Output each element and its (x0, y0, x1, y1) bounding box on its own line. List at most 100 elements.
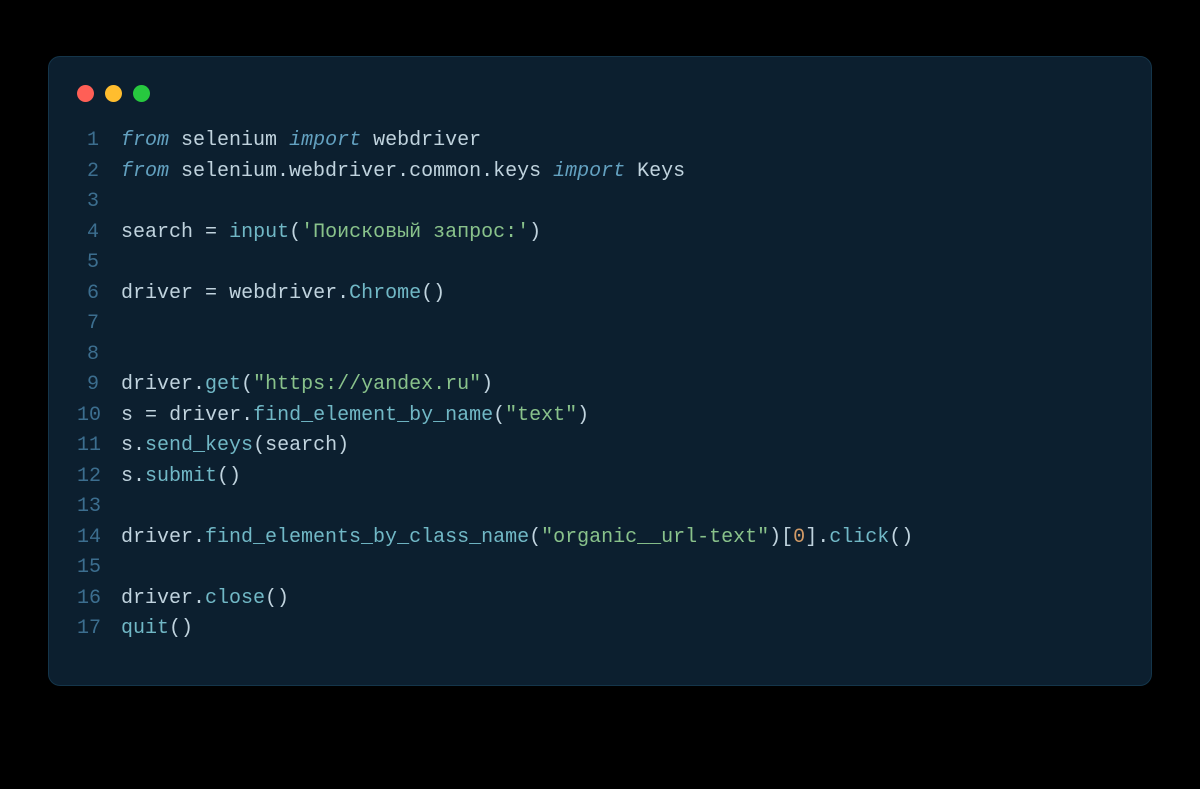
token: s (121, 434, 133, 457)
code-content[interactable]: s.send_keys(search) (121, 431, 349, 462)
code-content[interactable] (121, 553, 133, 584)
code-line[interactable]: 9driver.get("https://yandex.ru") (77, 370, 1123, 401)
token: "organic__url-text" (541, 526, 769, 549)
token: 0 (793, 526, 805, 549)
code-line[interactable]: 1from selenium import webdriver (77, 126, 1123, 157)
line-number: 9 (77, 370, 121, 401)
code-content[interactable] (121, 248, 133, 279)
token: ) (577, 404, 589, 427)
line-number: 3 (77, 187, 121, 218)
token: () (421, 282, 445, 305)
code-content[interactable]: search = input('Поисковый запрос:') (121, 218, 541, 249)
code-editor[interactable]: 1from selenium import webdriver2from sel… (77, 126, 1123, 645)
token: import (553, 160, 625, 183)
token (277, 129, 289, 152)
code-content[interactable] (121, 309, 133, 340)
code-line[interactable]: 5 (77, 248, 1123, 279)
code-line[interactable]: 11s.send_keys(search) (77, 431, 1123, 462)
token (217, 282, 229, 305)
token: ]. (805, 526, 829, 549)
line-number: 10 (77, 401, 121, 432)
token: 'Поисковый запрос:' (301, 221, 529, 244)
token: ( (253, 434, 265, 457)
code-line[interactable]: 3 (77, 187, 1123, 218)
token: ( (289, 221, 301, 244)
token: search (265, 434, 337, 457)
code-content[interactable] (121, 492, 133, 523)
code-line[interactable]: 14driver.find_elements_by_class_name("or… (77, 523, 1123, 554)
token: driver (121, 282, 193, 305)
code-line[interactable]: 10s = driver.find_element_by_name("text"… (77, 401, 1123, 432)
token: () (889, 526, 913, 549)
code-content[interactable]: driver.close() (121, 584, 289, 615)
token: webdriver (229, 282, 337, 305)
code-line[interactable]: 7 (77, 309, 1123, 340)
token: () (265, 587, 289, 610)
code-content[interactable]: driver = webdriver.Chrome() (121, 279, 445, 310)
code-line[interactable]: 17quit() (77, 614, 1123, 645)
token: ( (241, 373, 253, 396)
close-icon[interactable] (77, 85, 94, 102)
code-line[interactable]: 15 (77, 553, 1123, 584)
token: s (121, 404, 133, 427)
code-line[interactable]: 6driver = webdriver.Chrome() (77, 279, 1123, 310)
token: submit (145, 465, 217, 488)
token: import (289, 129, 361, 152)
token: = (205, 282, 217, 305)
token: driver (121, 587, 193, 610)
token: . (241, 404, 253, 427)
line-number: 15 (77, 553, 121, 584)
window-titlebar (77, 85, 1123, 126)
line-number: 14 (77, 523, 121, 554)
token: = (205, 221, 217, 244)
token (157, 404, 169, 427)
code-line[interactable]: 8 (77, 340, 1123, 371)
token: selenium (181, 129, 277, 152)
token (169, 129, 181, 152)
code-line[interactable]: 16driver.close() (77, 584, 1123, 615)
token: ) (481, 373, 493, 396)
line-number: 6 (77, 279, 121, 310)
token: close (205, 587, 265, 610)
token (217, 221, 229, 244)
code-line[interactable]: 12s.submit() (77, 462, 1123, 493)
code-content[interactable]: driver.find_elements_by_class_name("orga… (121, 523, 913, 554)
code-content[interactable] (121, 340, 133, 371)
token: "text" (505, 404, 577, 427)
minimize-icon[interactable] (105, 85, 122, 102)
token: () (169, 617, 193, 640)
token (133, 404, 145, 427)
token: . (133, 465, 145, 488)
token (169, 160, 181, 183)
line-number: 8 (77, 340, 121, 371)
code-line[interactable]: 13 (77, 492, 1123, 523)
code-content[interactable] (121, 187, 133, 218)
token: selenium.webdriver.common.keys (181, 160, 541, 183)
token: . (193, 526, 205, 549)
token (625, 160, 637, 183)
code-content[interactable]: s.submit() (121, 462, 241, 493)
token: search (121, 221, 193, 244)
token: ( (529, 526, 541, 549)
code-content[interactable]: from selenium.webdriver.common.keys impo… (121, 157, 685, 188)
code-content[interactable]: quit() (121, 614, 193, 645)
line-number: 1 (77, 126, 121, 157)
maximize-icon[interactable] (133, 85, 150, 102)
line-number: 11 (77, 431, 121, 462)
token: send_keys (145, 434, 253, 457)
code-content[interactable]: from selenium import webdriver (121, 126, 481, 157)
token: ( (493, 404, 505, 427)
code-content[interactable]: driver.get("https://yandex.ru") (121, 370, 493, 401)
token: click (829, 526, 889, 549)
code-line[interactable]: 4search = input('Поисковый запрос:') (77, 218, 1123, 249)
token: quit (121, 617, 169, 640)
line-number: 16 (77, 584, 121, 615)
token: "https://yandex.ru" (253, 373, 481, 396)
token: driver (121, 526, 193, 549)
token: input (229, 221, 289, 244)
line-number: 13 (77, 492, 121, 523)
token: driver (121, 373, 193, 396)
code-content[interactable]: s = driver.find_element_by_name("text") (121, 401, 589, 432)
code-line[interactable]: 2from selenium.webdriver.common.keys imp… (77, 157, 1123, 188)
token (541, 160, 553, 183)
